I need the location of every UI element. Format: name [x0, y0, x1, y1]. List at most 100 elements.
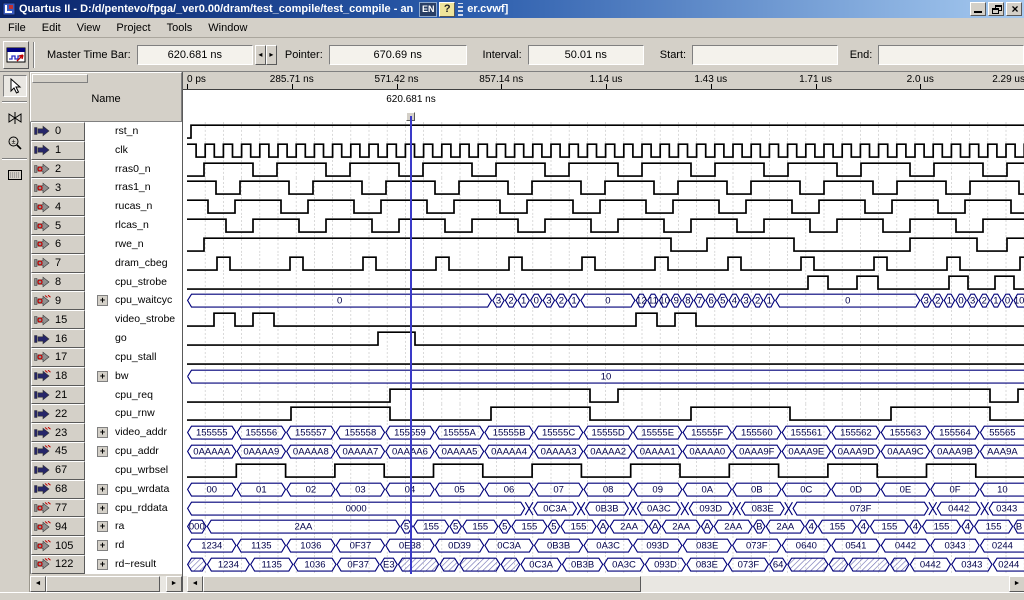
signal-handle-rras0_n[interactable]: 2 [31, 160, 85, 179]
signal-row-cpu_rddata[interactable]: 77+cpu_rddata [31, 499, 182, 518]
name-panel-scrollbar[interactable]: ◄ ► [30, 576, 182, 592]
signal-handle-cpu_wrdata[interactable]: 68 [31, 480, 85, 499]
signal-name[interactable]: dram_cbeg [115, 257, 168, 269]
signal-name[interactable]: cpu_stall [115, 351, 156, 363]
menu-project[interactable]: Project [108, 20, 158, 36]
menu-tools[interactable]: Tools [159, 20, 201, 36]
wave-row-video_strobe[interactable] [187, 310, 1024, 329]
signal-row-rucas_n[interactable]: 4 rucas_n [31, 197, 182, 216]
wave-row-ra[interactable]: 0002AA5155515551555155A2AAA2AAA2AAB2AA41… [187, 517, 1024, 536]
wave-row-rras0_n[interactable] [187, 160, 1024, 179]
signal-handle-cpu_waitcyc[interactable]: 9 [31, 291, 85, 310]
signal-name[interactable]: cpu_req [115, 389, 153, 401]
scroll-left-icon[interactable]: ◄ [30, 576, 46, 592]
signal-name[interactable]: rd~result [115, 558, 156, 570]
wave-row-rst_n[interactable] [187, 122, 1024, 141]
waveform-editor-icon[interactable] [3, 41, 29, 69]
time-step-forward-button[interactable]: ▸ [266, 45, 277, 65]
signal-handle-bw[interactable]: 18 [31, 367, 85, 386]
signal-name[interactable]: rucas_n [115, 200, 152, 212]
wave-row-cpu_waitcyc[interactable]: 03210321012111098765432103210321010 [187, 291, 1024, 310]
wave-row-dram_cbeg[interactable] [187, 254, 1024, 273]
signal-name[interactable]: cpu_rddata [115, 502, 168, 514]
signal-name[interactable]: rlcas_n [115, 219, 149, 231]
signal-handle-cpu_stall[interactable]: 17 [31, 348, 85, 367]
signal-handle-rucas_n[interactable]: 4 [31, 197, 85, 216]
signal-row-rd[interactable]: 105+rd [31, 536, 182, 555]
menu-view[interactable]: View [69, 20, 109, 36]
menu-edit[interactable]: Edit [34, 20, 69, 36]
wave-row-clk[interactable] [187, 141, 1024, 160]
signal-name[interactable]: video_addr [115, 426, 167, 438]
signal-row-cpu_addr[interactable]: 45+cpu_addr [31, 442, 182, 461]
signal-name[interactable]: go [115, 332, 127, 344]
restore-button[interactable] [988, 2, 1004, 16]
signal-name[interactable]: cpu_addr [115, 445, 159, 457]
signal-handle-rlcas_n[interactable]: 5 [31, 216, 85, 235]
signal-row-cpu_strobe[interactable]: 8 cpu_strobe [31, 273, 182, 292]
signal-row-rwe_n[interactable]: 6rwe_n [31, 235, 182, 254]
waveform-rows[interactable]: 0321032101211109876543210321032101010155… [187, 122, 1024, 574]
signal-handle-rd~result[interactable]: 122 [31, 555, 85, 574]
language-indicator[interactable]: EN [419, 2, 437, 17]
expand-toggle-icon[interactable]: + [97, 521, 108, 532]
signal-row-rras0_n[interactable]: 2 rras0_n [31, 160, 182, 179]
wave-row-cpu_addr[interactable]: 0AAAAA0AAAA90AAAA80AAAA70AAAA60AAAA50AAA… [187, 442, 1024, 461]
menu-window[interactable]: Window [200, 20, 255, 36]
signal-row-bw[interactable]: 18 + bw [31, 367, 182, 386]
signal-handle-rd[interactable]: 105 [31, 536, 85, 555]
signal-handle-ra[interactable]: 94 [31, 517, 85, 536]
signal-row-cpu_wrbsel[interactable]: 67cpu_wrbsel [31, 461, 182, 480]
signal-row-clk[interactable]: 1clk [31, 141, 182, 160]
signal-row-video_addr[interactable]: 23+video_addr [31, 423, 182, 442]
signal-row-rd~result[interactable]: 122 + rd~result [31, 555, 182, 574]
time-scale[interactable]: 0 ps285.71 ns571.42 ns857.14 ns1.14 us1.… [183, 72, 1024, 90]
expand-toggle-icon[interactable]: + [97, 371, 108, 382]
selection-tool-icon[interactable] [3, 75, 27, 97]
expand-toggle-icon[interactable]: + [97, 484, 108, 495]
marker-row[interactable]: 620.681 ns [187, 90, 1024, 122]
signal-handle-video_addr[interactable]: 23 [31, 423, 85, 442]
wave-row-rlcas_n[interactable] [187, 216, 1024, 235]
signal-row-rras1_n[interactable]: 3rras1_n [31, 178, 182, 197]
minimize-button[interactable] [970, 2, 986, 16]
signal-name[interactable]: rras0_n [115, 163, 151, 175]
master-time-bar-field[interactable]: 620.681 ns [137, 45, 253, 65]
signal-name[interactable]: rst_n [115, 125, 138, 137]
signal-handle-cpu_wrbsel[interactable]: 67 [31, 461, 85, 480]
wave-row-rwe_n[interactable] [187, 235, 1024, 254]
wave-row-cpu_strobe[interactable] [187, 273, 1024, 292]
wave-row-cpu_rddata[interactable]: 00000C3A0B3B0A3C093D083E073F04420343 [187, 499, 1024, 518]
scrollbar-thumb[interactable] [203, 576, 641, 592]
wave-row-cpu_wrdata[interactable]: 000102030405060708090A0B0C0D0E0F10 [187, 480, 1024, 499]
wave-row-cpu_req[interactable] [187, 386, 1024, 405]
signal-handle-cpu_strobe[interactable]: 8 [31, 273, 85, 292]
scroll-left-icon[interactable]: ◄ [187, 576, 203, 592]
signal-handle-rras1_n[interactable]: 3 [31, 178, 85, 197]
wave-row-go[interactable] [187, 329, 1024, 348]
signal-row-cpu_wrdata[interactable]: 68+cpu_wrdata [31, 480, 182, 499]
signal-name[interactable]: cpu_strobe [115, 276, 167, 288]
signal-handle-cpu_req[interactable]: 21 [31, 386, 85, 405]
language-bar-grip[interactable] [458, 3, 463, 16]
signal-name[interactable]: rd [115, 539, 124, 551]
wave-scrollbar[interactable]: ◄ ► [183, 576, 1024, 592]
signal-name[interactable]: cpu_rnw [115, 407, 155, 419]
signal-handle-rwe_n[interactable]: 6 [31, 235, 85, 254]
signal-row-cpu_req[interactable]: 21 cpu_req [31, 386, 182, 405]
signal-row-rlcas_n[interactable]: 5 rlcas_n [31, 216, 182, 235]
signal-name[interactable]: bw [115, 370, 128, 382]
signal-handle-video_strobe[interactable]: 15 [31, 310, 85, 329]
signal-handle-dram_cbeg[interactable]: 7 [31, 254, 85, 273]
signal-row-cpu_waitcyc[interactable]: 9+cpu_waitcyc [31, 291, 182, 310]
expand-toggle-icon[interactable]: + [97, 559, 108, 570]
scroll-right-icon[interactable]: ► [166, 576, 182, 592]
signal-name[interactable]: cpu_waitcyc [115, 294, 172, 306]
signal-name[interactable]: video_strobe [115, 313, 175, 325]
full-screen-tool-icon[interactable] [3, 164, 27, 186]
signal-handle-clk[interactable]: 1 [31, 141, 85, 160]
signal-row-video_strobe[interactable]: 15 video_strobe [31, 310, 182, 329]
expand-toggle-icon[interactable]: + [97, 503, 108, 514]
signal-row-go[interactable]: 16 go [31, 329, 182, 348]
signal-handle-go[interactable]: 16 [31, 329, 85, 348]
